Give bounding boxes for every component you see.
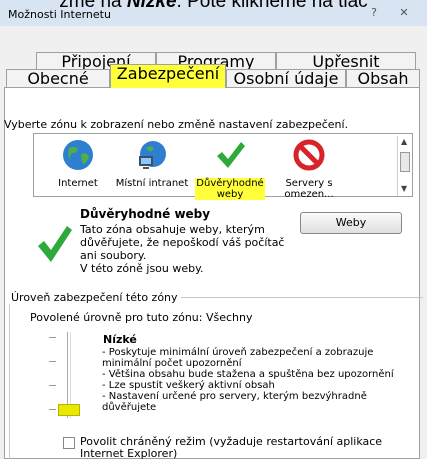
protected-mode-label: Povolit chráněný režim (vyžaduje restart… <box>80 435 383 459</box>
level-line-1: - Poskytuje minimální úroveň zabezpečení… <box>102 347 374 369</box>
zone-intranet-label: Místní intranet <box>115 178 189 189</box>
zone-instruction: Vyberte zónu k zobrazení nebo změně nast… <box>4 118 349 131</box>
checkmark-icon <box>217 142 245 168</box>
tab-osobni-udaje[interactable]: Osobní údaje <box>226 69 346 87</box>
slider-tick <box>49 409 56 410</box>
scroll-up-icon[interactable]: ▲ <box>401 137 407 146</box>
zone-internet-label: Internet <box>58 178 98 189</box>
zone-scrollbar[interactable]: ▲ ▼ <box>397 136 411 196</box>
zone-trusted[interactable]: Důvěryhodné weby <box>195 138 265 200</box>
trusted-checkmark-icon <box>38 226 72 262</box>
intranet-icon <box>139 141 166 169</box>
scroll-down-icon[interactable]: ▼ <box>401 184 407 193</box>
security-slider-thumb[interactable] <box>58 404 80 416</box>
zone-internet[interactable]: Internet <box>48 138 108 189</box>
caption-bold: Nízké <box>126 0 177 12</box>
zone-restricted[interactable]: Servery s omezen... <box>274 138 344 200</box>
security-level-legend: Úroveň zabezpečení této zóny <box>8 291 181 304</box>
allowed-levels-text: Povolené úrovně pro tuto zónu: Všechny <box>30 311 253 324</box>
tab-obecne[interactable]: Obecné <box>6 69 110 87</box>
level-description: - Poskytuje minimální úroveň zabezpečení… <box>102 347 402 413</box>
caption-text: zme na Nízké. Poté klikneme na tlač <box>0 0 427 13</box>
tab-zabezpeceni[interactable]: Zabezpečení <box>110 64 226 88</box>
restricted-icon <box>293 139 325 171</box>
zone-restricted-label: Servery s omezen... <box>284 178 334 200</box>
slider-tick <box>49 385 56 386</box>
sites-button[interactable]: Weby <box>300 212 402 234</box>
protected-mode-checkbox[interactable] <box>63 437 75 449</box>
level-line-2: - Většina obsahu bude stažena a spuštěna… <box>102 369 394 380</box>
zone-trusted-label: Důvěryhodné weby <box>195 178 265 200</box>
level-name: Nízké <box>103 333 137 346</box>
scroll-thumb[interactable] <box>400 152 410 172</box>
zone-description-line-1: Tato zóna obsahuje weby, kterým důvěřuje… <box>80 223 285 262</box>
level-line-4: - Nastavení určené pro servery, kterým b… <box>102 391 367 413</box>
caption-pre: zme na <box>59 0 127 12</box>
selected-zone-description: Tato zóna obsahuje weby, kterým důvěřuje… <box>80 223 290 275</box>
slider-tick <box>49 361 56 362</box>
selected-zone-name: Důvěryhodné weby <box>80 207 211 221</box>
level-line-3: - Lze spustit veškerý aktivní obsah <box>102 380 275 391</box>
zone-list: Internet Místní intranet Důvěryhodné web… <box>33 133 413 200</box>
caption-post: . Poté klikneme na tlač <box>176 0 368 12</box>
tab-obsah[interactable]: Obsah <box>346 69 420 87</box>
globe-icon <box>63 140 93 170</box>
slider-tick <box>49 337 56 338</box>
tab-upresnit[interactable]: Upřesnit <box>276 52 416 70</box>
zone-intranet[interactable]: Místní intranet <box>114 138 190 189</box>
zone-description-line-2: V této zóně jsou weby. <box>80 262 204 275</box>
